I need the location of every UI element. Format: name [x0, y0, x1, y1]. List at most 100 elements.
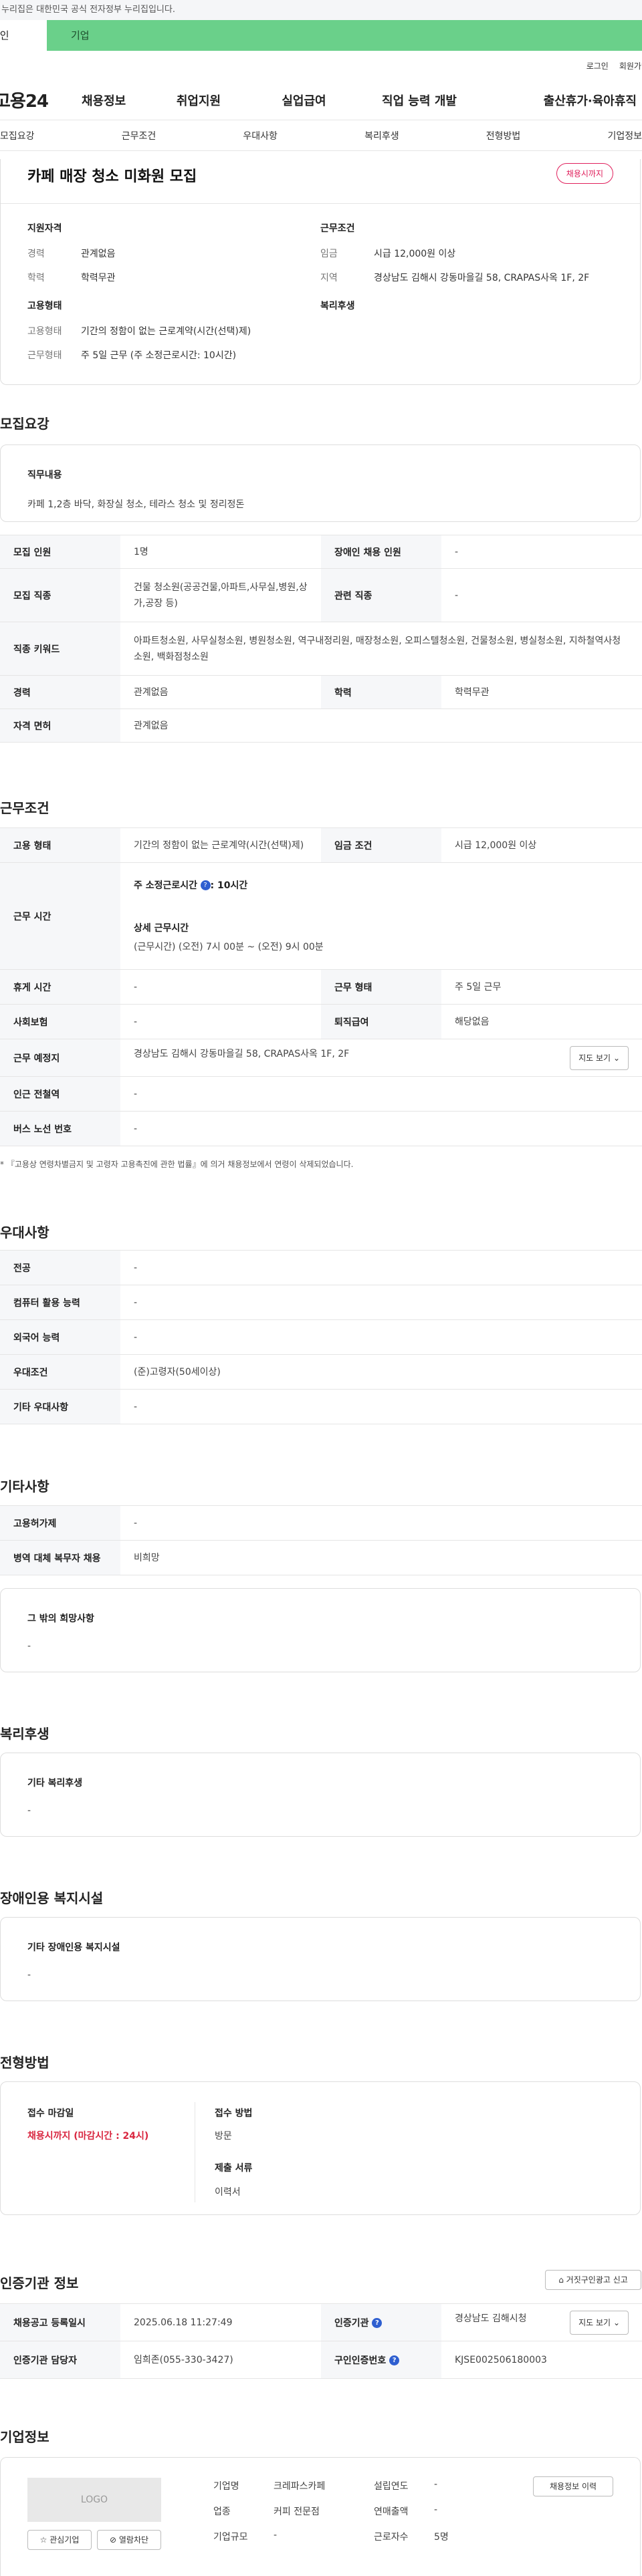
- company-logo: LOGO: [27, 2478, 161, 2522]
- cell-value: 학력무관: [441, 675, 642, 709]
- cell-value: 비희망: [120, 1540, 642, 1575]
- cell-value: 건물 청소원(공공건물,아파트,사무실,병원,상가,공장 등): [120, 568, 321, 622]
- join-link[interactable]: 회원가입: [619, 60, 642, 72]
- cert-map-button[interactable]: 지도 보기 ⌄: [570, 2310, 629, 2335]
- report-button[interactable]: ⌂ 거짓구인광고 신고: [545, 2270, 641, 2290]
- table-row: 외국어 능력 -: [0, 1319, 642, 1355]
- method-value: 방문: [215, 2131, 232, 2142]
- cell-header: 근무 예정지: [0, 1039, 120, 1077]
- welfare-box-value: -: [27, 1805, 31, 1816]
- gnb-item-employment-support[interactable]: 취업지원: [145, 92, 252, 109]
- cell-value: 주 5일 근무: [441, 969, 642, 1005]
- table-row: 전공 -: [0, 1250, 642, 1285]
- cell-header: 근무 형태: [321, 969, 441, 1005]
- table-row: 버스 노선 번호 -: [0, 1111, 642, 1146]
- site-logo[interactable]: 고용24: [0, 88, 82, 112]
- status-badge: 채용시까지: [556, 163, 613, 184]
- company-size-label: 기업규모: [213, 2532, 248, 2543]
- star-icon: ☆: [39, 2535, 47, 2545]
- cell-value: -: [120, 1389, 642, 1424]
- job-title: 카페 매장 청소 미화원 모집: [27, 168, 197, 185]
- cell-header: 병역 대체 복무자 채용: [0, 1540, 120, 1575]
- gnb-item-jobs[interactable]: 채용정보: [82, 92, 145, 109]
- table-row: 인증기관 담당자 임희존(055-330-3427) 구인인증번호 ? KJSE…: [0, 2341, 642, 2379]
- company-name-value: 크레파스카페: [274, 2481, 326, 2492]
- company-sales-label: 연매출액: [374, 2506, 409, 2517]
- cell-header: 채용공고 등록일시: [0, 2303, 120, 2341]
- info-icon[interactable]: ?: [372, 2318, 383, 2328]
- table-row: 휴게 시간 - 근무 형태 주 5일 근무: [0, 969, 642, 1005]
- cell-header: 사회보험: [0, 1004, 120, 1039]
- cell-header: 인증기관 담당자: [0, 2341, 120, 2379]
- tab-preferences[interactable]: 우대사항: [243, 129, 278, 142]
- cell-header: 모집 직종: [0, 568, 120, 622]
- favorite-company-button[interactable]: ☆ 관심기업: [27, 2530, 92, 2550]
- cell-value: 기간의 정함이 없는 근로계약(시간(선택)제): [120, 827, 321, 863]
- section-tabs: 모집요강 근무조건 우대사항 복리후생 전형방법 기업정보: [0, 120, 642, 151]
- cell-header: 구인인증번호 ?: [321, 2341, 441, 2379]
- recruit-section-title: 모집요강: [0, 416, 49, 432]
- tab-welfare[interactable]: 복리후생: [364, 129, 399, 142]
- cell-value: 경상남도 김해시 강동마을길 58, CRAPAS사옥 1F, 2F 지도 보기…: [120, 1039, 642, 1077]
- tab-work-conditions[interactable]: 근무조건: [122, 129, 156, 142]
- job-history-button[interactable]: 채용정보 이력: [533, 2476, 613, 2496]
- summary-region: 지역 경상남도 김해시 강동마을길 58, CRAPAS사옥 1F, 2F: [320, 273, 590, 283]
- detail-hours-value: (근무시간) (오전) 7시 00분 ~ (오전) 9시 00분: [134, 941, 324, 952]
- company-box: LOGO ☆ 관심기업 ⊘ 열람차단 기업명 크레파스카페 업종 커피 전문점 …: [0, 2457, 641, 2576]
- summary-right: 근무조건 임금 시급 12,000원 이상 지역 경상남도 김해시 강동마을길 58…: [320, 221, 613, 372]
- welfare-section-title: 복리후생: [0, 1726, 49, 1742]
- tab-company-info[interactable]: 기업정보: [607, 129, 642, 142]
- cell-header: 기타 우대사항: [0, 1389, 120, 1424]
- company-industry-value: 커피 전문점: [274, 2506, 320, 2517]
- cell-value: -: [120, 1004, 321, 1039]
- welfare-heading: 복리후생: [320, 301, 355, 311]
- home-icon: ⌂: [558, 2275, 564, 2285]
- company-founded-label: 설립연도: [374, 2481, 409, 2492]
- cell-header: 근무 시간: [0, 862, 120, 970]
- block-view-button[interactable]: ⊘ 열람차단: [97, 2530, 161, 2550]
- info-icon[interactable]: ?: [389, 2355, 400, 2365]
- disabled-section-title: 장애인용 복지시설: [0, 1890, 104, 1906]
- tab-company[interactable]: 기업: [47, 20, 642, 51]
- user-type-tabs: 개인 기업: [0, 20, 642, 51]
- work-section-title: 근무조건: [0, 800, 49, 816]
- table-row: 컴퓨터 활용 능력 -: [0, 1285, 642, 1320]
- info-icon[interactable]: ?: [200, 880, 211, 890]
- chevron-down-icon: ⌄: [613, 2317, 620, 2327]
- gov-notice-text: 이 누리집은 대한민국 공식 전자정부 누리집입니다.: [0, 5, 175, 15]
- tab-screening[interactable]: 전형방법: [486, 129, 521, 142]
- cell-value: 1명: [120, 535, 321, 569]
- table-row: 자격 면허 관계없음: [0, 709, 642, 743]
- age-note: * 『고용상 연령차별금지 및 고령자 고용촉진에 관한 법률』에 의거 채용정…: [0, 1160, 354, 1169]
- summary-education: 학력 학력무관: [27, 273, 116, 283]
- cell-header: 우대조건: [0, 1354, 120, 1390]
- company-staff-value: 5명: [434, 2532, 449, 2543]
- docs-heading: 제출 서류: [215, 2163, 253, 2174]
- disabled-box-value: -: [27, 1970, 31, 1980]
- cell-value: -: [120, 1111, 642, 1146]
- cell-value: 시급 12,000원 이상: [441, 827, 642, 863]
- gnb-item-unemployment-benefit[interactable]: 실업급여: [252, 92, 356, 109]
- tab-personal[interactable]: 개인: [0, 20, 47, 51]
- gnb-item-skill-development[interactable]: 직업 능력 개발: [356, 92, 483, 109]
- gnb-item-parental-leave[interactable]: 출산휴가·육아휴직: [483, 92, 637, 109]
- cell-header: 휴게 시간: [0, 969, 120, 1005]
- map-button[interactable]: 지도 보기 ⌄: [570, 1045, 629, 1070]
- summary-employment-type: 고용형태 기간의 정함이 없는 근로계약(시간(선택)제): [27, 326, 251, 337]
- cell-value: -: [441, 568, 642, 622]
- cell-header: 모집 인원: [0, 535, 120, 569]
- table-row: 근무 예정지 경상남도 김해시 강동마을길 58, CRAPAS사옥 1F, 2…: [0, 1039, 642, 1077]
- welfare-box-heading: 기타 복리후생: [27, 1778, 83, 1789]
- pref-table: 전공 - 컴퓨터 활용 능력 - 외국어 능력 - 우대조건 (준)고령자(50세이상)…: [0, 1250, 642, 1424]
- cell-header: 장애인 채용 인원: [321, 535, 441, 569]
- login-link[interactable]: 로그인: [586, 60, 609, 72]
- table-row: 사회보험 - 퇴직급여 해당없음: [0, 1004, 642, 1039]
- company-founded-value: -: [434, 2479, 438, 2490]
- cell-value: 해당없음: [441, 1004, 642, 1039]
- table-row: 근무 시간 주 소정근로시간 ?: 10시간 상세 근무시간 (근무시간) (오…: [0, 862, 642, 970]
- weekly-hours: 주 소정근로시간 ?: 10시간: [134, 880, 248, 891]
- cell-header: 퇴직급여: [321, 1004, 441, 1039]
- welfare-box: 기타 복리후생 -: [0, 1753, 641, 1837]
- table-row: 고용허가제 -: [0, 1505, 642, 1541]
- tab-recruit[interactable]: 모집요강: [0, 129, 35, 142]
